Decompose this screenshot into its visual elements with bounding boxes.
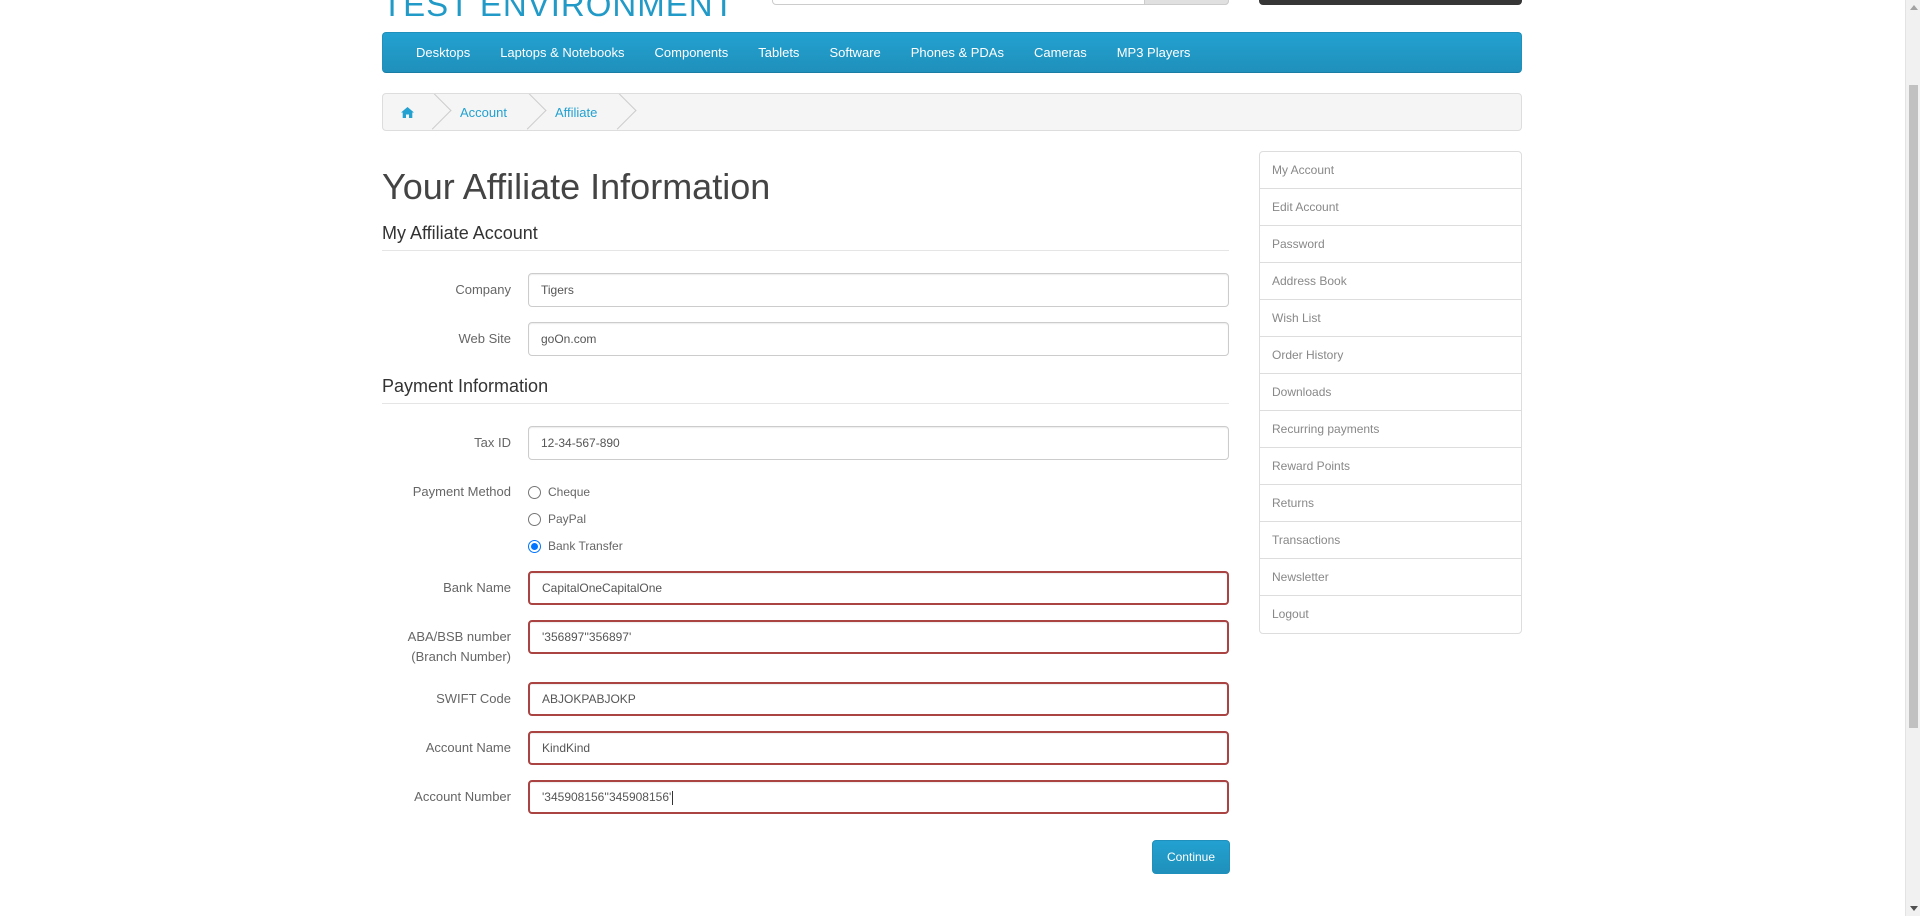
account-name-label: Account Name: [425, 740, 511, 755]
radio-bank-transfer[interactable]: Bank Transfer: [528, 537, 623, 555]
account-name-field[interactable]: KindKind: [528, 731, 1229, 765]
vertical-scrollbar[interactable]: [1905, 0, 1920, 916]
account-number-field[interactable]: '345908156''345908156': [528, 780, 1229, 814]
menu-item-phones[interactable]: Phones & PDAs: [896, 45, 1019, 60]
website-field[interactable]: goOn.com: [528, 322, 1229, 356]
sidebar-item-transactions[interactable]: Transactions: [1260, 522, 1521, 559]
swift-label: SWIFT Code: [436, 691, 511, 706]
sidebar-item-returns[interactable]: Returns: [1260, 485, 1521, 522]
menu-item-software[interactable]: Software: [814, 45, 895, 60]
radio-cheque[interactable]: Cheque: [528, 483, 590, 501]
continue-button[interactable]: Continue: [1152, 840, 1230, 874]
radio-cheque-label: Cheque: [548, 485, 591, 499]
menu-item-cameras[interactable]: Cameras: [1019, 45, 1102, 60]
menu-item-components[interactable]: Components: [640, 45, 744, 60]
radio-bank-transfer-button[interactable]: [528, 539, 541, 553]
website-label: Web Site: [458, 331, 511, 346]
breadcrumb-home[interactable]: [383, 94, 438, 130]
scroll-up-arrow-icon[interactable]: [1910, 5, 1918, 10]
breadcrumb-affiliate[interactable]: Affiliate: [533, 94, 623, 130]
store-logo[interactable]: TEST ENVIRONMENT: [382, 0, 735, 24]
breadcrumb-account[interactable]: Account: [438, 94, 533, 130]
radio-paypal-label: PayPal: [548, 512, 587, 526]
page-title: Your Affiliate Information: [382, 166, 771, 207]
home-icon: [401, 106, 414, 118]
sidebar-item-newsletter[interactable]: Newsletter: [1260, 559, 1521, 596]
account-number-label: Account Number: [414, 789, 511, 804]
sidebar-item-order-history[interactable]: Order History: [1260, 337, 1521, 374]
sidebar-item-downloads[interactable]: Downloads: [1260, 374, 1521, 411]
payment-method-label: Payment Method: [412, 484, 511, 499]
main-menu: Desktops Laptops & Notebooks Components …: [382, 32, 1522, 73]
tax-id-label: Tax ID: [474, 435, 511, 450]
bank-name-label: Bank Name: [443, 580, 511, 595]
text-caret: [672, 790, 674, 805]
menu-item-mp3-players[interactable]: MP3 Players: [1102, 45, 1206, 60]
sidebar-item-wish-list[interactable]: Wish List: [1260, 300, 1521, 337]
scrollbar-thumb[interactable]: [1909, 85, 1918, 728]
company-field[interactable]: Tigers: [528, 273, 1229, 307]
sidebar-item-logout[interactable]: Logout: [1260, 596, 1521, 633]
bank-name-field[interactable]: CapitalOneCapitalOne: [528, 571, 1229, 605]
radio-bank-transfer-label: Bank Transfer: [548, 539, 623, 553]
aba-bsb-field[interactable]: '356897''356897': [528, 620, 1229, 654]
sidebar-item-recurring-payments[interactable]: Recurring payments: [1260, 411, 1521, 448]
breadcrumb: Account Affiliate: [382, 93, 1522, 131]
page: TEST ENVIRONMENT Desktops Laptops & Note…: [0, 0, 1920, 916]
sidebar-item-password[interactable]: Password: [1260, 226, 1521, 263]
cart-button[interactable]: [1259, 0, 1522, 5]
sidebar-item-address-book[interactable]: Address Book: [1260, 263, 1521, 300]
search-button[interactable]: [1144, 0, 1229, 5]
swift-field[interactable]: ABJOKPABJOKP: [528, 682, 1229, 716]
menu-item-desktops[interactable]: Desktops: [401, 45, 485, 60]
radio-paypal-button[interactable]: [528, 512, 541, 526]
radio-cheque-button[interactable]: [528, 485, 541, 499]
account-sidebar: My Account Edit Account Password Address…: [1259, 151, 1522, 634]
menu-item-tablets[interactable]: Tablets: [743, 45, 814, 60]
account-number-value: '345908156''345908156': [542, 790, 672, 804]
aba-bsb-label-line2: (Branch Number): [411, 649, 511, 664]
sidebar-item-reward-points[interactable]: Reward Points: [1260, 448, 1521, 485]
scroll-down-arrow-icon[interactable]: [1910, 906, 1918, 911]
sidebar-item-my-account[interactable]: My Account: [1260, 152, 1521, 189]
tax-id-field[interactable]: 12-34-567-890: [528, 426, 1229, 460]
menu-item-laptops[interactable]: Laptops & Notebooks: [485, 45, 639, 60]
aba-bsb-label: ABA/BSB number (Branch Number): [383, 627, 511, 667]
aba-bsb-label-line1: ABA/BSB number: [407, 629, 511, 644]
section-heading-affiliate: My Affiliate Account: [382, 223, 1229, 251]
radio-paypal[interactable]: PayPal: [528, 510, 586, 528]
company-label: Company: [455, 282, 511, 297]
section-heading-payment: Payment Information: [382, 376, 1229, 404]
sidebar-item-edit-account[interactable]: Edit Account: [1260, 189, 1521, 226]
